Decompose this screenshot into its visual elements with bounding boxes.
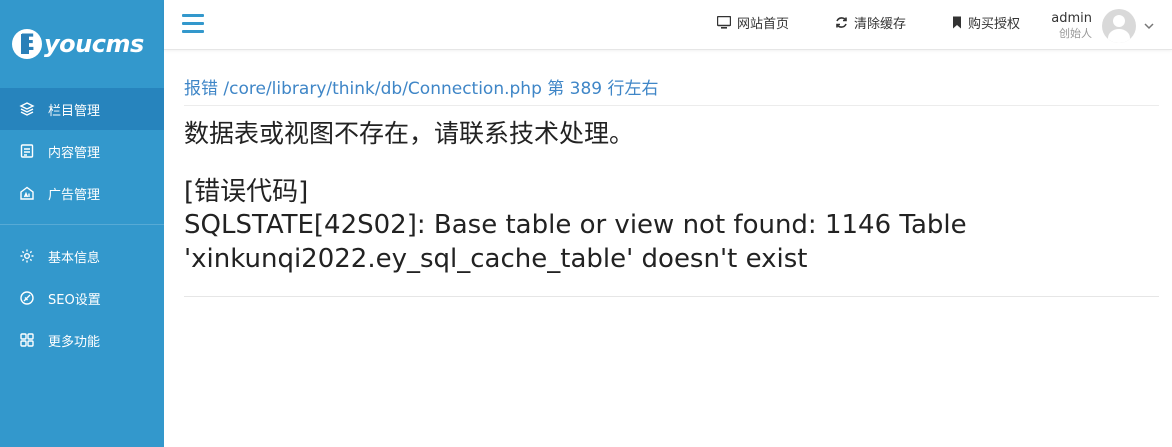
divider xyxy=(184,296,1159,297)
clear-cache-label: 清除缓存 xyxy=(853,16,906,32)
user-role: 创始人 xyxy=(1059,27,1092,40)
sidebar-item-label: 内容管理 xyxy=(48,145,101,161)
avatar[interactable] xyxy=(1102,9,1136,43)
error-location: 报错 /core/library/think/db/Connection.php… xyxy=(184,78,1159,106)
document-icon xyxy=(18,142,36,160)
top-links: 网站首页 清除缓存 购买授权 xyxy=(671,0,1020,44)
seo-icon xyxy=(18,289,36,307)
sidebar-item-label: SEO设置 xyxy=(48,292,101,308)
refresh-icon xyxy=(836,16,847,28)
user-name: admin xyxy=(1051,11,1092,26)
buy-license-label: 购买授权 xyxy=(967,16,1020,32)
gear-icon xyxy=(18,247,36,265)
sidebar-item-basic-info[interactable]: 基本信息 xyxy=(0,235,164,277)
menu-toggle-icon[interactable] xyxy=(182,14,204,34)
sidebar-item-label: 更多功能 xyxy=(48,334,101,350)
error-message: 数据表或视图不存在，请联系技术处理。 xyxy=(184,119,635,148)
home-link-label: 网站首页 xyxy=(736,16,789,32)
sidebar-item-columns[interactable]: 栏目管理 xyxy=(0,88,164,130)
grid-icon xyxy=(18,331,36,349)
buy-license-link[interactable]: 购买授权 xyxy=(952,13,1020,32)
nav-group-content: 栏目管理 内容管理 广告管理 xyxy=(0,88,164,225)
sidebar-item-content[interactable]: 内容管理 xyxy=(0,130,164,172)
nav-group-settings: 基本信息 SEO设置 更多功能 xyxy=(0,225,164,371)
clear-cache-link[interactable]: 清除缓存 xyxy=(835,13,906,32)
sidebar-item-label: 广告管理 xyxy=(48,187,101,203)
bookmark-icon xyxy=(952,16,961,28)
sidebar: E youcms 栏目管理 内容管理 广告管理 基本信息 SEO设置 更多功能 xyxy=(0,0,164,447)
sidebar-item-seo[interactable]: SEO设置 xyxy=(0,277,164,319)
error-panel: 报错 /core/library/think/db/Connection.php… xyxy=(184,78,1159,297)
error-code-line: SQLSTATE[42S02]: Base table or view not … xyxy=(184,210,967,240)
logo-mark-icon: E xyxy=(12,29,42,59)
logo[interactable]: E youcms xyxy=(0,0,164,88)
user-menu[interactable]: admin 创始人 xyxy=(1040,6,1172,46)
sidebar-item-label: 栏目管理 xyxy=(48,103,101,119)
logo-text: youcms xyxy=(44,30,144,58)
sidebar-item-more[interactable]: 更多功能 xyxy=(0,319,164,361)
error-code-line: 'xinkunqi2022.ey_sql_cache_table' doesn'… xyxy=(184,244,808,274)
logo-letter: E xyxy=(20,31,36,56)
sidebar-item-label: 基本信息 xyxy=(48,250,101,266)
ad-icon xyxy=(18,184,36,202)
sidebar-item-ads[interactable]: 广告管理 xyxy=(0,172,164,214)
chevron-down-icon xyxy=(1144,22,1154,29)
error-code-title: [错误代码] xyxy=(184,177,309,207)
topbar: 网站首页 清除缓存 购买授权 admin 创始人 xyxy=(164,0,1172,50)
user-info: admin 创始人 xyxy=(1040,11,1092,41)
monitor-icon xyxy=(716,15,731,29)
home-link[interactable]: 网站首页 xyxy=(716,13,789,32)
layers-icon xyxy=(18,100,36,118)
